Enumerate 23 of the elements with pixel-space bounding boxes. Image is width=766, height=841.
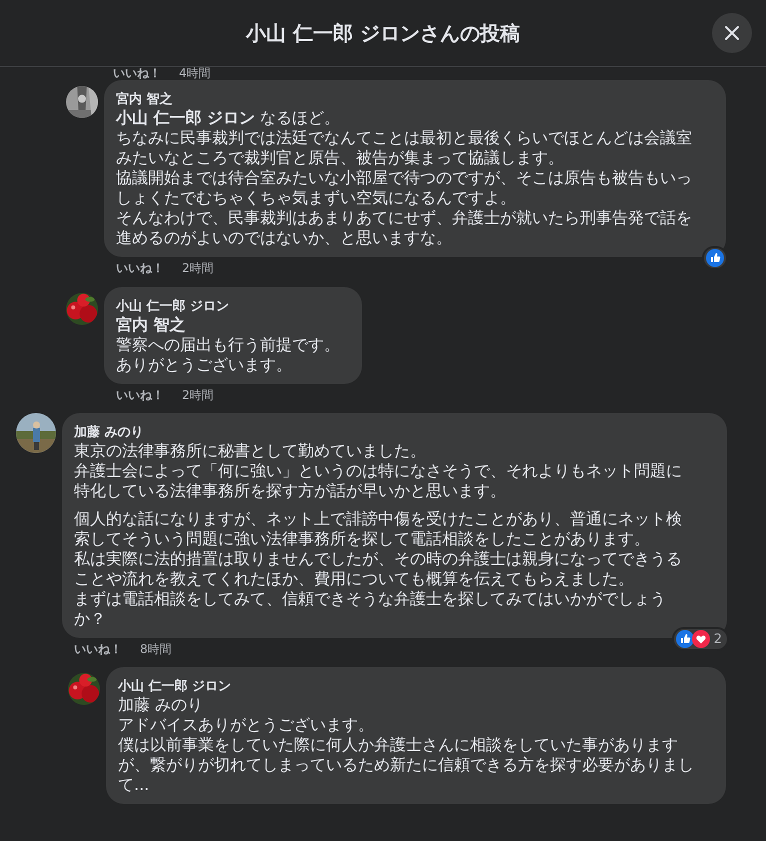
timestamp[interactable]: 2時間 xyxy=(182,260,214,276)
timestamp[interactable]: 8時間 xyxy=(140,641,172,657)
comment-author[interactable]: 宮内 智之 xyxy=(116,91,173,108)
like-link[interactable]: いいね！ xyxy=(74,641,122,657)
comment-author[interactable]: 小山 仁一郎 ジロン xyxy=(116,298,230,315)
comment-author[interactable]: 加藤 みのり xyxy=(74,424,144,441)
comment-text: 加藤 みのり アドバイスありがとうございます。 僕は以前事業をしていた際に何人か弁護士さんに相談をしていた事がありますが、繋がりが切れてしまっているため新たに信頼できる方を探す必要がありまして... xyxy=(118,695,695,795)
timestamp[interactable]: 4時間 xyxy=(179,67,211,80)
close-button[interactable] xyxy=(712,13,752,53)
thumbs-up-icon xyxy=(706,249,724,267)
comment-text: 個人的な話になりますが、ネット上で誹謗中傷を受けたことがあり、普通にネット検索してそういう問題に強い法律事務所を探して電話相談をしたことがあります。 私は実際に法的措置は取りませんでしたが、その時の弁護士は親身になってできうることや流れを教えてくれたほか、費用についても概算を伝えてもらえました。 まずは電話相談をしてみて、信頼できそうな弁護士を探してみてはいかがでしょうか？ xyxy=(74,509,683,629)
dialog-title: 小山 仁一郎 ジロンさんの投稿 xyxy=(246,20,520,46)
timestamp[interactable]: 2時間 xyxy=(182,387,214,403)
thumbs-up-icon xyxy=(676,630,694,648)
comment-text: 小山 仁一郎 ジロン なるほど。 ちなみに民事裁判では法廷でなんてことは最初と最後くらいでほとんどは会議室みたいなところで裁判官と原告、被告が集まって協議します。 協議開始までは待合室みたいな小部屋で待つのですが、そこは原告も被告もいっしょくたでむちゃくちゃ気まずい空気になるんですよ。 そんなわけで、民事裁判はあまりあてにせず、弁護士が就いたら刑事告発で話を進めるのがよいのではないか、と思いますな。 xyxy=(116,108,693,248)
comment-text: 宮内 智之 警察への届出も行う前提です。 ありがとうございます。 xyxy=(116,315,340,375)
like-link[interactable]: いいね！ xyxy=(116,387,164,403)
comment-author[interactable]: 小山 仁一郎 ジロン xyxy=(118,678,232,695)
reaction-summary[interactable]: 2 xyxy=(672,627,729,651)
comment-text: 東京の法律事務所に秘書として勤めていました。 弁護士会によって「何に強い」というのは特になさそうで、それよりもネット問題に特化している法律事務所を探す方が話が早いかと思います。 xyxy=(74,441,683,501)
like-link[interactable]: いいね！ xyxy=(113,67,161,80)
close-icon xyxy=(724,25,740,41)
like-link[interactable]: いいね！ xyxy=(116,260,164,276)
